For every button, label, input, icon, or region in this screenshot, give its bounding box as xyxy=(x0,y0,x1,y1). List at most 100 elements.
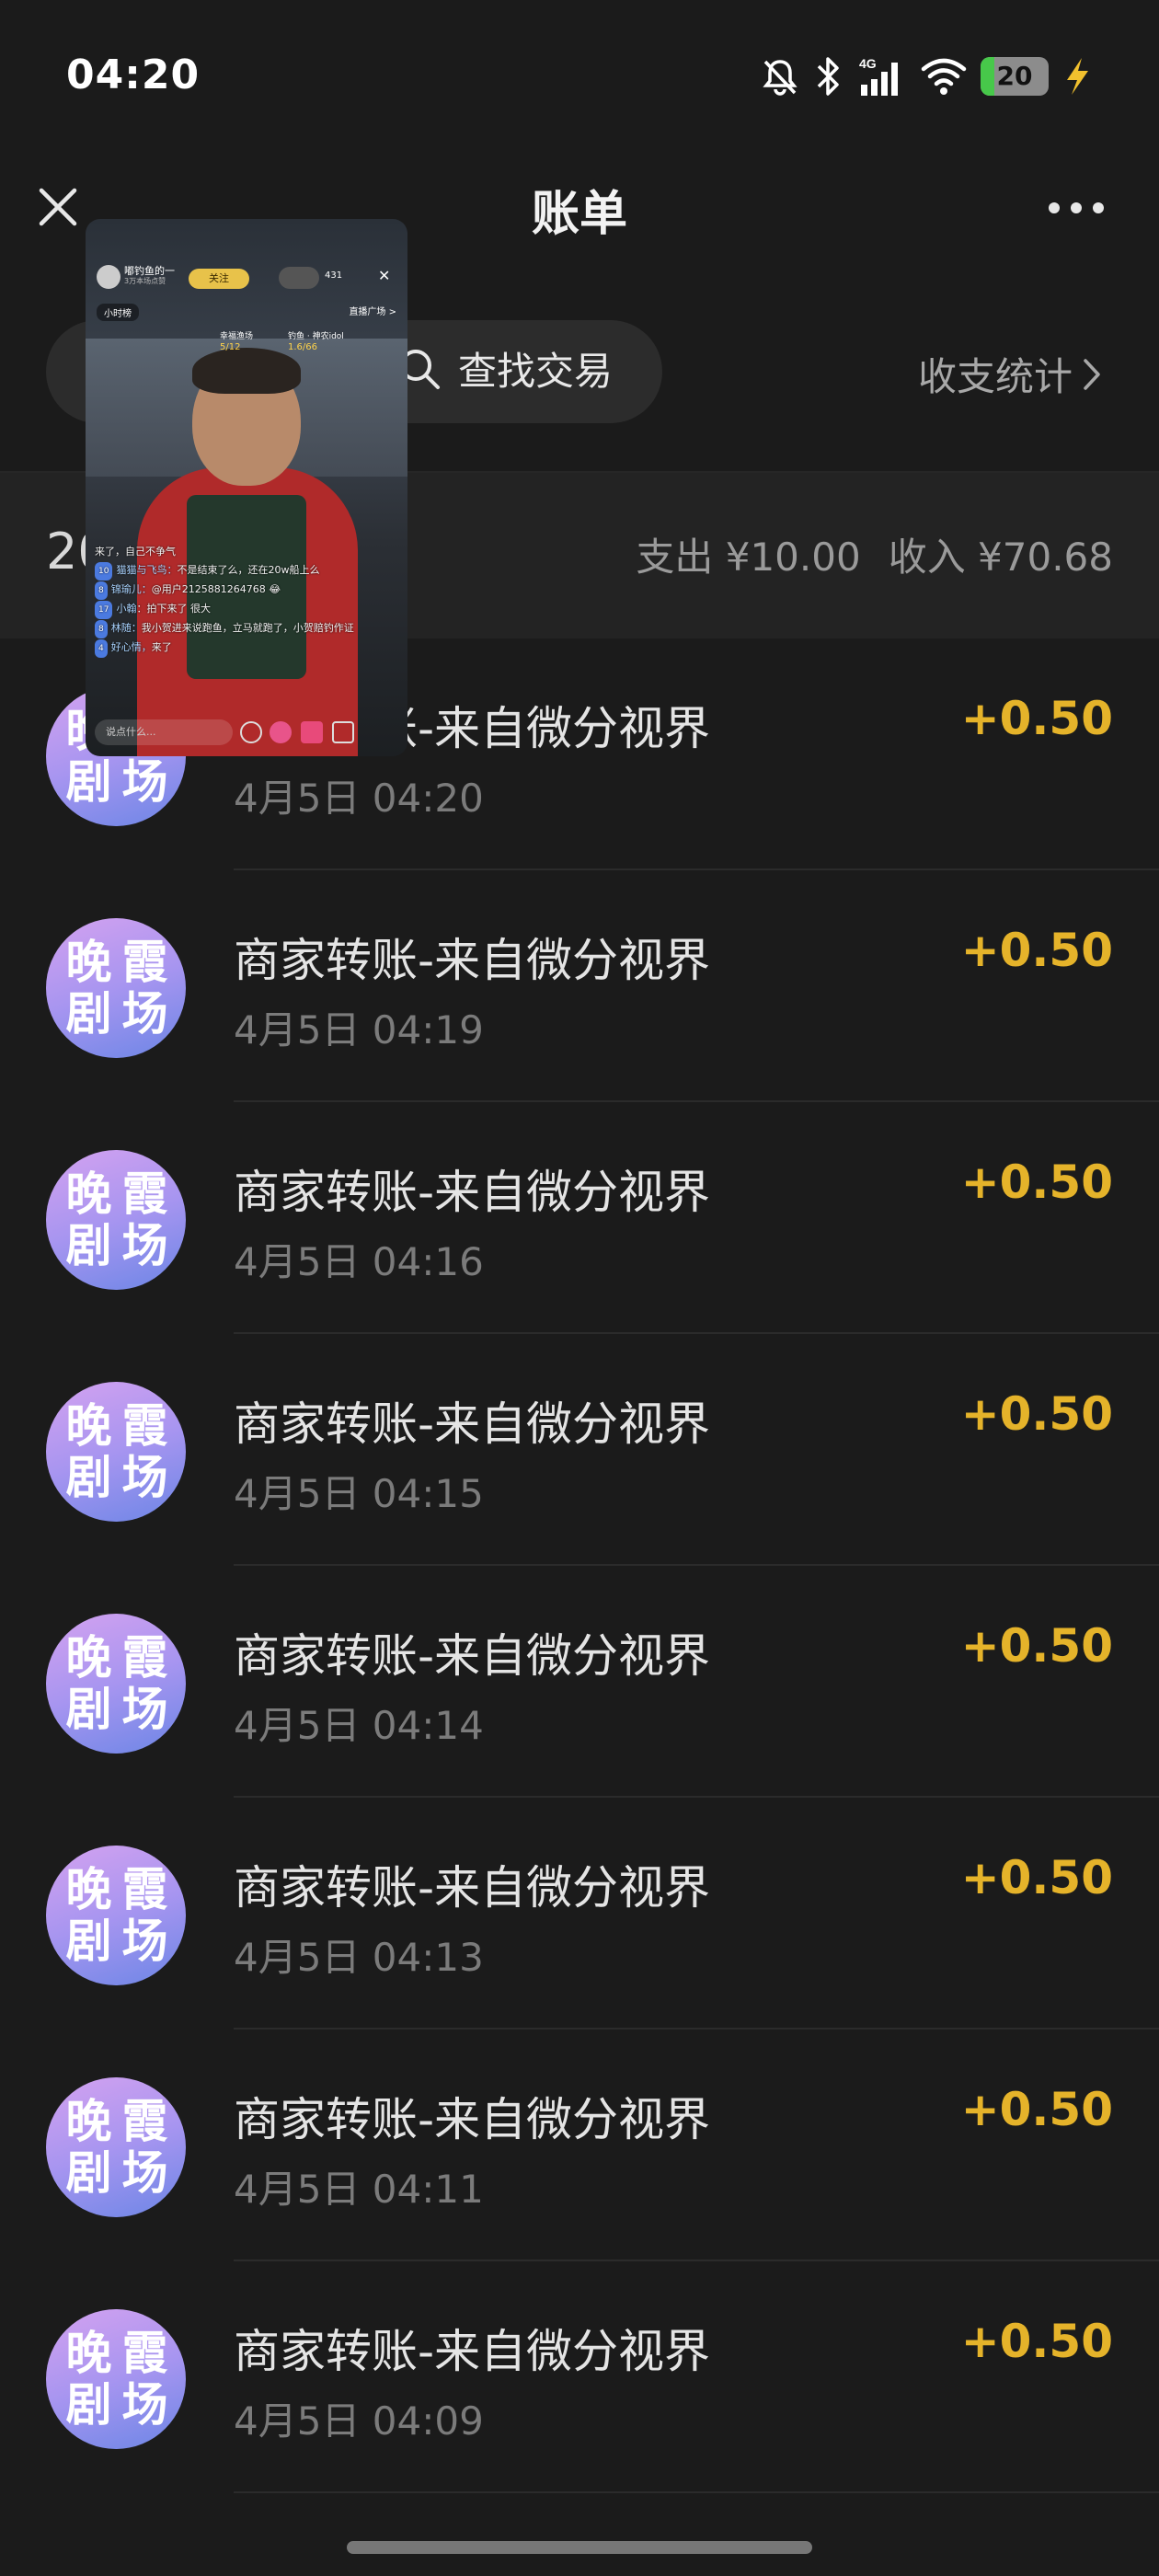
chat-username[interactable]: 小翰 xyxy=(116,603,136,615)
pip-rank-tag[interactable]: 小时榜 xyxy=(97,304,139,321)
chat-text: 来了，自己不争气 xyxy=(95,546,176,558)
avatar-char: 霞 xyxy=(121,936,168,989)
wifi-icon xyxy=(921,58,967,95)
transaction-row[interactable]: 晚霞剧场商家转账-来自微分视界 4月5日 04:14 +0.50 xyxy=(0,1566,1159,1798)
chat-text: 来了 xyxy=(151,641,172,653)
pip-viewer-count: 431 xyxy=(325,270,343,281)
transaction-time: 4月5日 04:20 xyxy=(234,776,484,821)
transaction-time: 4月5日 04:14 xyxy=(234,1703,484,1748)
avatar-char: 晚 xyxy=(65,1167,112,1221)
transaction-title: 商家转账-来自微分视界 xyxy=(234,1397,711,1451)
live-stream-pip[interactable]: 嘟钓鱼的一 3万本场点赞 关注 431 ✕ 小时榜 直播广场 > 幸福渔场 5/… xyxy=(86,219,407,756)
avatar-char: 剧 xyxy=(65,755,112,809)
status-bar: 04:20 4G 20 xyxy=(0,0,1159,156)
chat-username[interactable]: 锦瑜儿： xyxy=(111,583,152,595)
pip-chat-line: 8 锦瑜儿：@用户2125881264768 😂 xyxy=(95,581,371,600)
avatar-char: 剧 xyxy=(65,2146,112,2200)
transaction-amount: +0.50 xyxy=(960,2083,1113,2136)
pip-bottom-bar: 说点什么... xyxy=(86,708,407,756)
battery-icon: 20 xyxy=(981,57,1049,96)
transaction-time: 4月5日 04:16 xyxy=(234,1239,484,1284)
avatar-char: 剧 xyxy=(65,1219,112,1272)
avatar-char: 霞 xyxy=(121,2095,168,2148)
more-button[interactable] xyxy=(1039,180,1113,236)
avatar-char: 霞 xyxy=(121,1863,168,1916)
chat-level-badge: 17 xyxy=(95,601,113,619)
merchant-avatar: 晚霞剧场 xyxy=(46,918,186,1058)
income-total: 收入 ¥70.68 xyxy=(888,535,1113,580)
transaction-row[interactable]: 晚霞剧场商家转账-来自微分视界 4月5日 04:11 +0.50 xyxy=(0,2030,1159,2261)
pip-heart-icon[interactable] xyxy=(270,721,292,743)
bluetooth-icon xyxy=(817,57,839,96)
transaction-row[interactable]: 晚霞剧场商家转账-来自微分视界 4月5日 04:15 +0.50 xyxy=(0,1334,1159,1566)
summary-totals: 支出 ¥10.00 收入 ¥70.68 xyxy=(636,526,1113,582)
chat-username[interactable]: 好心情， xyxy=(111,641,152,653)
chat-text: ：拍下来了 很大 xyxy=(136,603,211,615)
pip-stat2-label: 钓鱼 · 神农idol xyxy=(288,332,344,341)
avatar-char: 场 xyxy=(121,1915,168,1968)
pip-stat1-label: 幸福渔场 xyxy=(220,332,254,341)
pip-chat-line: 来了，自己不争气 xyxy=(95,543,371,561)
transaction-list: 晚霞剧场商家转账-来自微分视界4月5日 04:20+0.50晚霞剧场商家转账-来… xyxy=(0,638,1159,2493)
pip-chat-line: 17 小翰：拍下来了 很大 xyxy=(95,600,371,619)
transaction-title: 商家转账-来自微分视界 xyxy=(234,1629,711,1683)
transaction-amount: +0.50 xyxy=(960,1387,1113,1441)
pip-share-icon[interactable] xyxy=(332,721,354,743)
chat-username[interactable]: 猫猫与飞鸟： xyxy=(116,564,177,576)
more-dots-icon xyxy=(1049,202,1104,213)
transaction-row[interactable]: 晚霞剧场商家转账-来自微分视界 4月5日 04:09 +0.50 xyxy=(0,2261,1159,2493)
stats-link[interactable]: 收支统计 xyxy=(918,346,1102,402)
transaction-title: 商家转账-来自微分视界 xyxy=(234,2325,711,2378)
merchant-avatar: 晚霞剧场 xyxy=(46,1150,186,1290)
pip-host-sub: 3万本场点赞 xyxy=(124,277,166,285)
pip-plaza-link[interactable]: 直播广场 > xyxy=(349,304,396,317)
transaction-time: 4月5日 04:09 xyxy=(234,2398,484,2444)
transaction-row[interactable]: 晚霞剧场商家转账-来自微分视界 4月5日 04:19 +0.50 xyxy=(0,870,1159,1102)
transaction-row[interactable]: 晚霞剧场商家转账-来自微分视界 4月5日 04:16 +0.50 xyxy=(0,1102,1159,1334)
avatar-char: 晚 xyxy=(65,1631,112,1685)
expense-total: 支出 ¥10.00 xyxy=(636,535,861,580)
pip-stat2-value: 1.6/66 xyxy=(288,342,317,352)
chat-level-badge: 10 xyxy=(95,562,113,581)
avatar-char: 晚 xyxy=(65,2327,112,2380)
transaction-title: 商家转账-来自微分视界 xyxy=(234,1861,711,1915)
avatar-char: 场 xyxy=(121,2378,168,2432)
status-icons: 4G 20 xyxy=(760,53,1093,99)
transaction-row[interactable]: 晚霞剧场商家转账-来自微分视界 4月5日 04:13 +0.50 xyxy=(0,1798,1159,2030)
chat-level-badge: 4 xyxy=(95,639,108,658)
avatar-char: 晚 xyxy=(65,936,112,989)
avatar-char: 剧 xyxy=(65,1451,112,1504)
merchant-avatar: 晚霞剧场 xyxy=(46,2077,186,2217)
avatar-char: 霞 xyxy=(121,2327,168,2380)
avatar-char: 剧 xyxy=(65,987,112,1041)
pip-person-hair xyxy=(192,348,301,394)
avatar-char: 晚 xyxy=(65,1863,112,1916)
pip-gift-icon[interactable] xyxy=(301,721,323,743)
pip-host-avatar[interactable] xyxy=(97,265,120,289)
pip-chat-line: 10 猫猫与飞鸟：不是结束了么，还在20w船上么 xyxy=(95,561,371,581)
avatar-char: 霞 xyxy=(121,1167,168,1221)
avatar-char: 霞 xyxy=(121,1631,168,1685)
pip-chat-line: 8 林随：我小贺进来说跑鱼，立马就跑了，小贺赔钓作证 xyxy=(95,619,371,638)
signal-4g-icon: 4G xyxy=(859,56,898,96)
avatar-char: 场 xyxy=(121,2146,168,2200)
chat-level-badge: 8 xyxy=(95,620,108,638)
pip-chat-line: 4 好心情，来了 xyxy=(95,638,371,658)
pip-close-button[interactable]: ✕ xyxy=(378,267,390,284)
search-button[interactable]: 查找交易 xyxy=(397,340,613,397)
row-divider xyxy=(234,2491,1159,2493)
status-time: 04:20 xyxy=(66,52,201,98)
chat-username[interactable]: 林随： xyxy=(111,622,142,634)
pip-chat: 来了，自己不争气 10 猫猫与飞鸟：不是结束了么，还在20w船上么 8 锦瑜儿：@用户2… xyxy=(95,543,371,658)
chat-text: 我小贺进来说跑鱼，立马就跑了，小贺赔钓作证 xyxy=(141,622,354,634)
pip-comment-input[interactable]: 说点什么... xyxy=(95,719,233,745)
avatar-char: 剧 xyxy=(65,1915,112,1968)
pip-viewer-avatars[interactable] xyxy=(279,267,319,289)
avatar-char: 霞 xyxy=(121,1399,168,1453)
pip-follow-button[interactable]: 关注 xyxy=(189,269,249,289)
avatar-char: 场 xyxy=(121,755,168,809)
pip-emoji-icon[interactable] xyxy=(240,721,262,743)
home-indicator[interactable] xyxy=(347,2541,812,2554)
avatar-char: 剧 xyxy=(65,2378,112,2432)
transaction-amount: +0.50 xyxy=(960,692,1113,745)
